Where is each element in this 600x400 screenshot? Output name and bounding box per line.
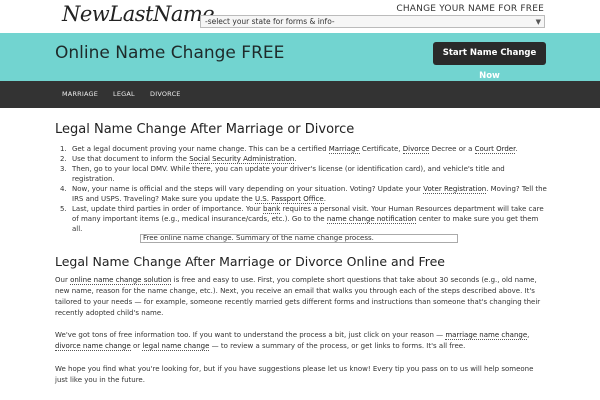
marriage-link[interactable]: Marriage xyxy=(328,145,360,154)
state-select-value: -select your state for forms & info- xyxy=(205,17,335,26)
marriage-name-change-link[interactable]: marriage name change xyxy=(445,331,528,340)
top-bar: NewLastName CHANGE YOUR NAME FOR FREE -s… xyxy=(0,0,600,33)
step-text: Get a legal document proving your name c… xyxy=(72,145,329,153)
social-security-link[interactable]: Social Security Administration xyxy=(189,155,295,164)
court-order-link[interactable]: Court Order xyxy=(474,145,516,154)
list-item: 5. Last, update third parties in order o… xyxy=(60,204,548,234)
state-select[interactable]: -select your state for forms & info- ▼ xyxy=(200,15,545,28)
step-text: . xyxy=(323,195,326,203)
step-number: 5. xyxy=(60,205,67,213)
list-item: 4. Now, your name is official and the st… xyxy=(60,184,548,204)
step-text: . xyxy=(515,145,518,153)
passport-office-link[interactable]: U.S. Passport Office xyxy=(254,195,324,204)
step-text: Decree or a xyxy=(429,145,475,153)
nav-item-marriage[interactable]: MARRIAGE xyxy=(62,90,98,98)
site-tagline: CHANGE YOUR NAME FOR FREE xyxy=(396,4,544,14)
paragraph-text: , xyxy=(527,331,530,339)
step-text: . xyxy=(294,155,297,163)
list-item: 3. Then, go to your local DMV. While the… xyxy=(60,164,548,184)
voter-registration-link[interactable]: Voter Registration xyxy=(423,185,487,194)
step-number: 4. xyxy=(60,185,67,193)
step-number: 2. xyxy=(60,155,67,163)
step-number: 1. xyxy=(60,145,67,153)
step-text: Last, update third parties in order of i… xyxy=(72,205,264,213)
name-change-notification-link[interactable]: name change notification xyxy=(326,215,417,224)
step-text: Then, go to your local DMV. While there,… xyxy=(72,165,505,183)
paragraph-text: We hope you find what you're looking for… xyxy=(55,365,534,384)
list-item: 2. Use that document to inform the Socia… xyxy=(60,154,548,164)
page-title: Legal Name Change After Marriage or Divo… xyxy=(55,122,355,137)
paragraph-text: or xyxy=(130,342,143,350)
paragraph: We hope you find what you're looking for… xyxy=(55,364,548,386)
list-item: 1. Get a legal document proving your nam… xyxy=(60,144,548,154)
section-title: Legal Name Change After Marriage or Divo… xyxy=(55,254,445,269)
hero-title: Online Name Change FREE xyxy=(55,43,285,63)
nav-item-legal[interactable]: LEGAL xyxy=(113,90,135,98)
step-text: Now, your name is official and the steps… xyxy=(72,185,424,193)
chevron-down-icon: ▼ xyxy=(535,18,541,26)
online-name-change-link[interactable]: online name change solution xyxy=(70,276,172,285)
divorce-name-change-link[interactable]: divorce name change xyxy=(55,342,131,351)
step-number: 3. xyxy=(60,165,67,173)
main-nav: MARRIAGE LEGAL DIVORCE xyxy=(0,81,600,108)
steps-list: 1. Get a legal document proving your nam… xyxy=(60,144,548,234)
start-name-change-button[interactable]: Start Name Change Now xyxy=(433,42,546,81)
legal-name-change-link[interactable]: legal name change xyxy=(142,342,210,351)
divorce-link[interactable]: Divorce xyxy=(402,145,430,154)
nav-item-divorce[interactable]: DIVORCE xyxy=(150,90,181,98)
paragraph-text: We've got tons of free information too. … xyxy=(55,331,446,339)
step-text: Certificate, xyxy=(359,145,403,153)
paragraph-text: — to review a summary of the process, or… xyxy=(209,342,466,350)
bank-link[interactable]: bank xyxy=(263,205,281,214)
paragraph-text: Our xyxy=(55,276,71,284)
paragraph: We've got tons of free information too. … xyxy=(55,330,548,352)
summary-image-caption: Free online name change. Summary of the … xyxy=(140,234,458,243)
step-text: Use that document to inform the xyxy=(72,155,190,163)
site-logo[interactable]: NewLastName xyxy=(62,2,215,26)
hero-banner: Online Name Change FREE Start Name Chang… xyxy=(0,33,600,81)
paragraph: Our online name change solution is free … xyxy=(55,275,548,319)
